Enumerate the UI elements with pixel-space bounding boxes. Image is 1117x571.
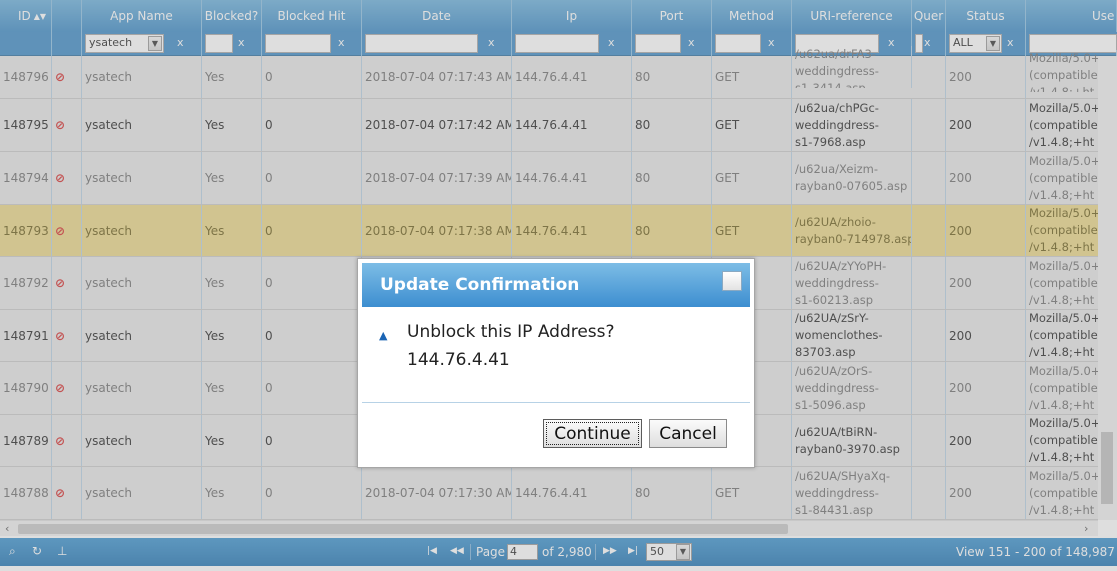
continue-button[interactable]: Continue (543, 419, 642, 448)
cancel-button[interactable]: Cancel (649, 419, 727, 448)
dialog-close-button[interactable] (722, 271, 742, 291)
dialog-title: Update Confirmation (362, 263, 750, 307)
dialog-message: Unblock this IP Address? 144.76.4.41 (407, 318, 615, 374)
dialog-message-ip: 144.76.4.41 (407, 350, 510, 370)
dialog-divider (362, 402, 750, 403)
update-confirmation-dialog: Update Confirmation ▲ Unblock this IP Ad… (357, 258, 755, 468)
warning-icon: ▲ (379, 329, 388, 342)
dialog-message-question: Unblock this IP Address? (407, 322, 615, 342)
